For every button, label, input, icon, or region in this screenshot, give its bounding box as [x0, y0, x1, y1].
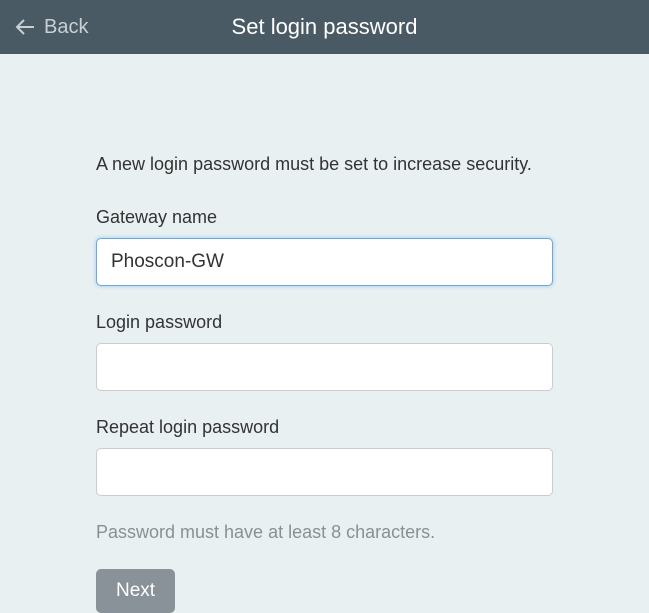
login-password-group: Login password [96, 312, 553, 391]
gateway-name-group: Gateway name [96, 207, 553, 286]
password-hint: Password must have at least 8 characters… [96, 522, 553, 543]
repeat-password-label: Repeat login password [96, 417, 553, 438]
back-label: Back [44, 16, 88, 39]
repeat-password-group: Repeat login password [96, 417, 553, 496]
login-password-input[interactable] [96, 343, 553, 391]
repeat-password-input[interactable] [96, 448, 553, 496]
next-button[interactable]: Next [96, 569, 175, 613]
header-bar: Back Set login password [0, 0, 649, 54]
gateway-name-label: Gateway name [96, 207, 553, 228]
intro-text: A new login password must be set to incr… [96, 154, 553, 175]
login-password-label: Login password [96, 312, 553, 333]
page-title: Set login password [232, 14, 418, 40]
back-arrow-icon [14, 17, 36, 37]
content-area: A new login password must be set to incr… [0, 54, 649, 613]
back-button[interactable]: Back [14, 16, 88, 39]
gateway-name-input[interactable] [96, 238, 553, 286]
